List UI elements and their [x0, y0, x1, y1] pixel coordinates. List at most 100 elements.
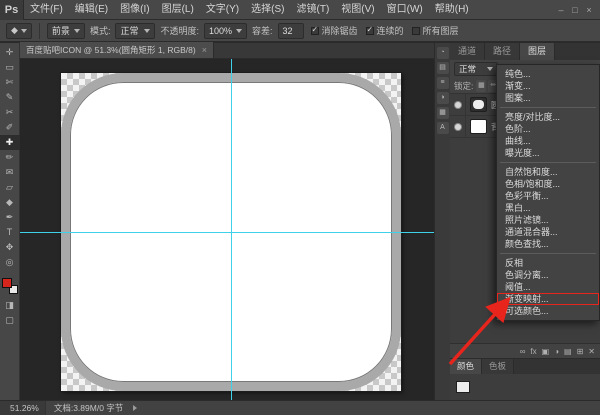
color-swatch[interactable] — [456, 381, 470, 393]
adjustment-menu-item[interactable]: 曝光度... — [497, 147, 599, 159]
adjustment-menu-item[interactable]: 渐变... — [497, 80, 599, 92]
option-checkbox[interactable]: 消除锯齿 — [310, 24, 358, 37]
adjustment-menu-item[interactable]: 图案... — [497, 92, 599, 104]
layer-group-icon[interactable]: ▤ — [564, 344, 572, 359]
adjustment-menu-item[interactable]: 色彩平衡... — [497, 190, 599, 202]
document-tab[interactable]: 百度贴吧ICON @ 51.3%(圆角矩形 1, RGB/8) × — [20, 42, 214, 58]
adjustment-menu-item[interactable]: 色相/饱和度... — [497, 178, 599, 190]
bottom-panel-tabs: 颜色 色板 — [450, 359, 600, 374]
chevron-down-icon — [144, 28, 151, 33]
menu-item[interactable]: 视图(V) — [335, 0, 380, 20]
status-dropdown-icon[interactable] — [133, 405, 138, 411]
adjustment-menu-item[interactable]: 照片滤镜... — [497, 214, 599, 226]
adjustment-menu-item[interactable]: 阈值... — [497, 281, 599, 293]
adjustment-menu-item[interactable]: 色阶... — [497, 123, 599, 135]
clone-stamp-tool[interactable]: ✉ — [0, 165, 20, 180]
new-adjustment-layer-icon[interactable]: ◑ — [554, 344, 559, 359]
adjustment-menu-item[interactable] — [500, 253, 596, 254]
panel-tabs: 通道 路径 图层 — [450, 43, 600, 60]
lock-transparent-pixels-icon[interactable]: ▦ — [476, 79, 487, 92]
healing-brush-tool[interactable]: ✚ — [0, 135, 20, 150]
character-panel-icon[interactable]: A — [436, 122, 449, 134]
panel-tab[interactable]: 通道 — [450, 43, 486, 60]
adjustment-menu-item[interactable]: 色调分离... — [497, 269, 599, 281]
adjustments-panel-icon[interactable]: ◑ — [436, 92, 449, 104]
quick-mask-icon[interactable]: ◨ — [0, 298, 20, 313]
menu-item[interactable]: 图像(I) — [114, 0, 155, 20]
fill-source-select[interactable]: 前景 — [46, 22, 85, 39]
eyedropper-tool[interactable]: ✐ — [0, 120, 20, 135]
delete-layer-icon[interactable]: ✕ — [588, 344, 595, 359]
lasso-tool[interactable]: ✄ — [0, 75, 20, 90]
close-tab-icon[interactable]: × — [202, 42, 207, 58]
panel-tab[interactable]: 路径 — [485, 43, 521, 60]
quick-selection-tool[interactable]: ✎ — [0, 90, 20, 105]
screen-mode-icon[interactable]: ▢ — [0, 313, 20, 328]
eraser-tool[interactable]: ▱ — [0, 180, 20, 195]
zoom-level[interactable]: 51.26% — [0, 401, 46, 415]
tolerance-input[interactable]: 32 — [277, 22, 304, 39]
adjustment-menu-item[interactable]: 通道混合器... — [497, 226, 599, 238]
mode-select[interactable]: 正常 — [115, 22, 156, 39]
adjustment-menu-item[interactable]: 可选颜色... — [497, 305, 599, 317]
paint-bucket-tool[interactable]: ◆ — [0, 195, 20, 210]
guide-vertical[interactable] — [231, 59, 232, 400]
adjustment-menu-item[interactable]: 纯色... — [497, 68, 599, 80]
link-layers-icon[interactable]: ∞ — [520, 344, 526, 359]
adjustment-menu-item[interactable]: 自然饱和度... — [497, 166, 599, 178]
adjustment-menu-item[interactable]: 渐变映射... — [497, 293, 599, 305]
visibility-toggle[interactable] — [450, 115, 466, 138]
tool-preset-picker[interactable]: ◆ — [6, 22, 32, 39]
crop-tool[interactable]: ✂ — [0, 105, 20, 120]
close-button[interactable]: × — [582, 0, 596, 20]
properties-panel-icon[interactable]: ▤ — [436, 62, 449, 74]
move-tool[interactable]: ✛ — [0, 45, 20, 60]
adjustment-menu-item[interactable] — [500, 162, 596, 163]
adjustment-menu-item[interactable] — [500, 107, 596, 108]
adjustment-menu-item[interactable]: 反相 — [497, 257, 599, 269]
minimize-button[interactable]: – — [554, 0, 568, 20]
menu-item[interactable]: 滤镜(T) — [291, 0, 336, 20]
menu-item[interactable]: 图层(L) — [156, 0, 200, 20]
swatches-panel-icon[interactable]: ▦ — [436, 107, 449, 119]
layer-effects-icon[interactable]: fx — [530, 344, 536, 359]
canvas-area[interactable] — [20, 59, 434, 400]
checkbox-icon[interactable] — [411, 26, 420, 35]
blend-mode-select[interactable]: 正常 — [454, 62, 498, 76]
bottom-panel-tab[interactable]: 色板 — [482, 359, 515, 374]
adjustment-menu-item[interactable]: 亮度/对比度... — [497, 111, 599, 123]
layer-thumbnail[interactable] — [470, 119, 487, 134]
brush-tool[interactable]: ✏ — [0, 150, 20, 165]
pen-tool[interactable]: ✒ — [0, 210, 20, 225]
checkbox-icon[interactable] — [310, 25, 319, 35]
adjustment-menu-item[interactable]: 颜色查找... — [497, 238, 599, 250]
foreground-color-swatch[interactable] — [1, 278, 12, 288]
menu-item[interactable]: 编辑(E) — [69, 0, 114, 20]
panel-tab[interactable]: 图层 — [520, 43, 556, 60]
menu-item[interactable]: 帮助(H) — [429, 0, 475, 20]
guide-horizontal[interactable] — [20, 232, 434, 233]
history-panel-icon[interactable]: ◔ — [436, 47, 449, 59]
info-panel-icon[interactable]: ≡ — [436, 77, 449, 89]
chevron-down-icon — [73, 28, 80, 33]
menu-item[interactable]: 窗口(W) — [381, 0, 429, 20]
menu-item[interactable]: 选择(S) — [245, 0, 290, 20]
adjustment-menu-item[interactable]: 曲线... — [497, 135, 599, 147]
adjustment-menu-item[interactable]: 黑白... — [497, 202, 599, 214]
zoom-tool[interactable]: ◎ — [0, 255, 20, 270]
maximize-button[interactable]: □ — [568, 0, 582, 20]
checkbox-icon[interactable] — [365, 25, 374, 35]
menu-item[interactable]: 文字(Y) — [200, 0, 245, 20]
bottom-panel-tab[interactable]: 颜色 — [450, 359, 483, 374]
menu-item[interactable]: 文件(F) — [24, 0, 69, 20]
option-checkbox[interactable]: 所有图层 — [411, 24, 459, 37]
marquee-tool[interactable]: ▭ — [0, 60, 20, 75]
layer-thumbnail[interactable] — [470, 97, 487, 112]
type-tool[interactable]: T — [0, 225, 20, 240]
new-layer-icon[interactable]: ⊞ — [577, 344, 584, 359]
opacity-select[interactable]: 100% — [203, 22, 247, 39]
visibility-toggle[interactable] — [450, 93, 466, 116]
layer-mask-icon[interactable]: ▣ — [542, 344, 550, 359]
option-checkbox[interactable]: 连续的 — [365, 24, 404, 37]
hand-tool[interactable]: ✥ — [0, 240, 20, 255]
